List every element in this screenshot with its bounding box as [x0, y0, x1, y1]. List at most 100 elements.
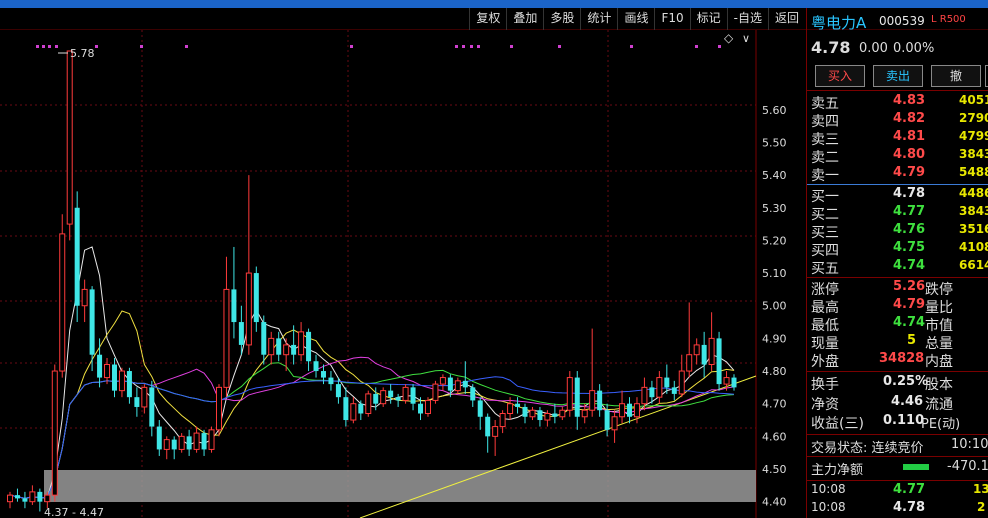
candle-body — [156, 426, 162, 450]
event-marker — [462, 45, 465, 48]
cancel-order-button[interactable]: 撤 — [931, 65, 981, 87]
candle-series — [7, 50, 737, 512]
tick-row: 10:08 4.77 13 — [811, 482, 988, 497]
ask-row-5: 卖五4.834051 — [811, 93, 988, 112]
remove-watchlist-button[interactable]: -自选 — [726, 8, 768, 30]
high-price-label: 5.78 — [70, 47, 95, 60]
f10-button[interactable]: F10 — [654, 8, 689, 30]
y-tick-label: 5.00 — [762, 300, 787, 313]
candle-body — [313, 361, 319, 372]
draw-line-button[interactable]: 画线 — [617, 8, 654, 30]
candle-body — [380, 390, 387, 405]
candle-body — [633, 403, 640, 418]
sell-button[interactable]: 卖出 — [873, 65, 923, 87]
kline-chart-area[interactable]: 5.60 5.50 5.40 5.30 5.20 5.10 5.00 4.90 4.80 4.70… — [0, 30, 806, 518]
candle-body — [149, 387, 155, 427]
stock-name: 粤电力A — [811, 14, 867, 32]
candle-body — [559, 409, 566, 418]
candle-body — [499, 412, 506, 428]
candle-body — [432, 383, 439, 401]
candle-body — [731, 377, 737, 388]
candle-body — [470, 387, 476, 401]
stock-tag: L R500 — [931, 14, 966, 25]
candle-body — [678, 370, 685, 395]
y-tick-label: 5.40 — [762, 169, 787, 182]
candle-body — [395, 397, 401, 401]
event-marker — [455, 45, 458, 48]
candle-body — [163, 439, 170, 450]
candle-body — [723, 377, 730, 385]
ask-row-2: 卖二4.803843 — [811, 147, 988, 166]
candle-body — [454, 380, 461, 392]
stat-eps: 收益(三) 0.110 PE(动) — [811, 413, 961, 432]
multi-stock-button[interactable]: 多股 — [543, 8, 580, 30]
candle-body — [328, 377, 334, 385]
candle-body — [51, 370, 58, 496]
bid-row-5: 买五4.746614 — [811, 258, 988, 277]
candle-body — [462, 380, 468, 388]
ma-line — [9, 246, 735, 499]
candle-body — [111, 364, 117, 391]
candle-body — [171, 439, 177, 450]
candle-body — [276, 338, 282, 355]
y-axis-labels: 5.60 5.50 5.40 5.30 5.20 5.10 5.00 4.90 4.80 4.70… — [762, 104, 787, 509]
candle-body — [439, 377, 446, 385]
event-marker — [48, 45, 51, 48]
candle-body — [656, 377, 663, 398]
restore-rights-button[interactable]: 复权 — [469, 8, 506, 30]
candle-body — [104, 364, 111, 379]
range-label: 4.37 - 4.47 — [44, 506, 104, 518]
candle-body — [343, 397, 349, 421]
candle-body — [365, 393, 372, 414]
divider — [807, 480, 988, 481]
candle-body — [89, 289, 95, 355]
candle-body — [358, 403, 364, 414]
bid-ask-divider — [807, 184, 988, 185]
back-button[interactable]: 返回 — [767, 8, 805, 30]
event-marker — [185, 45, 188, 48]
event-marker — [630, 45, 633, 48]
event-marker — [470, 45, 473, 48]
candle-body — [581, 409, 588, 418]
candle-body — [350, 403, 357, 421]
candle-body — [81, 288, 88, 307]
stat-outer: 外盘 34828 内盘 — [811, 351, 953, 370]
candle-body — [335, 384, 341, 398]
kline-chart[interactable]: 5.60 5.50 5.40 5.30 5.20 5.10 5.00 4.90 4.80 4.70… — [0, 30, 806, 518]
candle-body — [410, 387, 416, 404]
candle-body — [649, 387, 655, 398]
event-marker — [140, 45, 143, 48]
candle-body — [664, 377, 670, 388]
candle-body — [291, 344, 297, 355]
candle-body — [178, 435, 185, 450]
candle-body — [515, 403, 521, 407]
statistics-button[interactable]: 统计 — [580, 8, 617, 30]
candle-body — [306, 331, 312, 362]
candle-body — [74, 207, 80, 306]
candle-body — [611, 416, 618, 431]
y-tick-label: 4.40 — [762, 496, 787, 509]
y-tick-label: 4.70 — [762, 398, 787, 411]
candle-body — [402, 386, 409, 401]
candle-body — [477, 400, 483, 417]
event-marker — [36, 45, 39, 48]
divider — [807, 277, 988, 278]
moving-average-lines — [9, 246, 735, 499]
candle-body — [238, 322, 244, 345]
overlay-button[interactable]: 叠加 — [506, 8, 543, 30]
main-flow-bar — [903, 464, 929, 470]
mark-button[interactable]: 标记 — [689, 8, 727, 30]
event-marker — [695, 45, 698, 48]
candle-body — [298, 331, 305, 356]
candle-body — [604, 410, 610, 430]
support-zone — [44, 470, 756, 502]
buy-button[interactable]: 买入 — [815, 65, 865, 87]
candle-body — [44, 494, 51, 503]
main-flow-value: -470.1 — [947, 459, 988, 474]
divider — [807, 371, 988, 372]
candle-body — [134, 397, 140, 407]
event-marker — [477, 45, 480, 48]
candle-body — [544, 412, 551, 421]
divider — [807, 434, 988, 435]
candle-body — [223, 288, 230, 388]
